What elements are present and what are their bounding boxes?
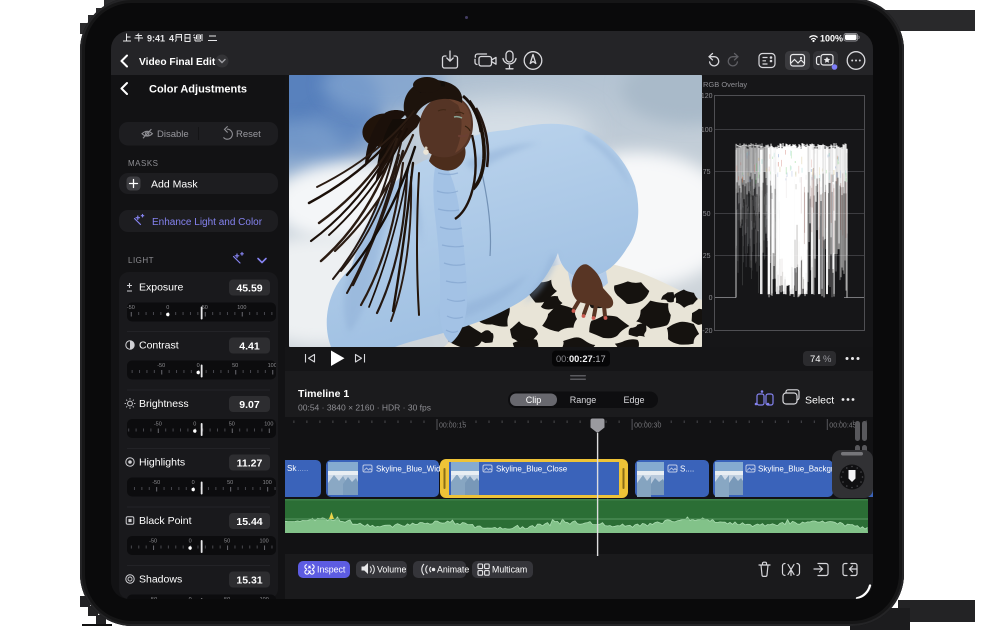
svg-text:Range: Range bbox=[570, 395, 597, 405]
svg-text:Skyline_Blue_Backgrou: Skyline_Blue_Backgrou bbox=[758, 465, 843, 474]
svg-text:Inspect: Inspect bbox=[317, 565, 346, 575]
svg-text:Skyline_Blue_Close: Skyline_Blue_Close bbox=[496, 465, 568, 474]
svg-text:Edge: Edge bbox=[623, 395, 644, 405]
svg-text:00:00:45: 00:00:45 bbox=[829, 423, 856, 430]
svg-text:00:54 · 3840 × 2160 · HDR · 30: 00:54 · 3840 × 2160 · HDR · 30 fps bbox=[298, 403, 431, 413]
svg-text:Multicam: Multicam bbox=[492, 565, 527, 575]
svg-text:Volume: Volume bbox=[377, 565, 406, 575]
svg-text:Clip: Clip bbox=[526, 395, 542, 405]
svg-text:Select: Select bbox=[805, 395, 834, 407]
svg-text:......: ...... bbox=[295, 464, 308, 473]
svg-text:Skyline_Blue_Wide: Skyline_Blue_Wide bbox=[376, 465, 445, 474]
svg-text:Timeline 1: Timeline 1 bbox=[298, 388, 349, 400]
svg-text:Animate: Animate bbox=[437, 565, 469, 575]
svg-text:S....: S.... bbox=[680, 465, 694, 474]
svg-text:00:00:30: 00:00:30 bbox=[634, 423, 661, 430]
svg-text:00:00:15: 00:00:15 bbox=[439, 423, 466, 430]
